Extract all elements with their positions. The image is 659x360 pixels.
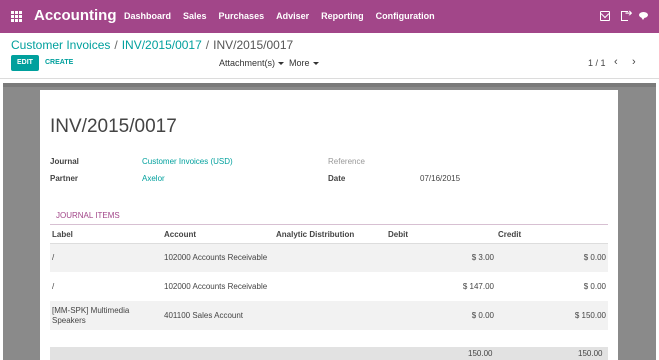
apps-grid-icon[interactable] [11,11,22,22]
column-header-account[interactable]: Account [162,227,274,244]
column-header-analytic[interactable]: Analytic Distribution [274,227,386,244]
column-header-label[interactable]: Label [50,227,162,244]
breadcrumb-invoice[interactable]: INV/2015/0017 [122,38,202,52]
sign-out-icon[interactable] [621,8,633,21]
mail-icon[interactable] [600,11,610,21]
cell-analytic [274,301,386,330]
attachments-label: Attachment(s) [219,58,276,68]
partner-label: Partner [50,174,79,183]
cell-label: [MM-SPK] Multimedia Speakers [50,301,162,330]
menu-item-configuration[interactable]: Configuration [376,11,435,21]
tab-journal-items[interactable]: JOURNAL ITEMS [56,211,120,220]
cell-credit: $ 0.00 [496,243,608,272]
caret-down-icon [278,62,285,66]
invoice-sheet: INV/2015/0017 Journal Customer Invoices … [40,90,618,360]
cell-label: / [52,281,55,291]
main-menu: Dashboard Sales Purchases Adviser Report… [124,11,447,21]
control-panel-divider [0,78,659,79]
caret-down-icon [312,62,319,66]
breadcrumb-active: INV/2015/0017 [213,38,294,52]
cell-label: / [50,243,162,272]
chat-icon[interactable] [639,11,649,21]
more-label: More [289,58,310,68]
reference-label: Reference [328,157,365,166]
cell-account: 401100 Sales Account [162,301,274,330]
cell-account: 102000 Accounts Receivable [162,243,274,272]
cell-analytic [274,243,386,272]
cell-debit: $ 147.00 [462,281,494,291]
cell-debit: $ 3.00 [386,243,496,272]
journal-items-table: Label Account Analytic Distribution Debi… [50,227,608,330]
menu-item-adviser[interactable]: Adviser [276,11,309,21]
app-title[interactable]: Accounting [34,7,117,24]
date-label: Date [328,174,346,183]
column-header-debit[interactable]: Debit [386,227,496,244]
journal-label: Journal [50,157,79,166]
date-value: 07/16/2015 [420,174,461,183]
column-header-credit[interactable]: Credit [496,227,608,244]
menu-item-reporting[interactable]: Reporting [321,11,364,21]
partner-value[interactable]: Axelor [142,174,165,183]
table-header: Label Account Analytic Distribution Debi… [50,227,608,244]
attachments-dropdown[interactable]: Attachment(s) [219,58,285,68]
more-dropdown[interactable]: More [289,58,319,68]
systray [589,8,649,21]
menu-item-dashboard[interactable]: Dashboard [124,11,171,21]
table-row[interactable]: / 102000 Accounts Receivable $ 147.00 $ … [50,272,608,301]
pager-next-icon[interactable]: › [632,56,636,68]
total-credit: 150.00 [578,349,603,358]
breadcrumb-separator: / [205,38,210,52]
table-row[interactable]: / 102000 Accounts Receivable $ 3.00 $ 0.… [50,243,608,272]
edit-button[interactable]: EDIT [11,55,39,71]
breadcrumb-customer-invoices[interactable]: Customer Invoices [11,38,110,52]
totals-row: 150.00 150.00 [50,347,608,360]
cell-analytic [274,272,386,301]
table-row[interactable]: [MM-SPK] Multimedia Speakers 401100 Sale… [50,301,608,330]
cell-credit: $ 150.00 [496,301,608,330]
cell-debit: $ 0.00 [386,301,496,330]
tab-underline [50,224,608,225]
breadcrumb: Customer Invoices / INV/2015/0017/INV/2015… [11,38,293,52]
pager-value[interactable]: 1 / 1 [588,58,606,68]
pager-previous-icon[interactable]: ‹ [614,56,618,68]
menu-item-purchases[interactable]: Purchases [219,11,265,21]
menu-item-sales[interactable]: Sales [183,11,207,21]
cell-account: 102000 Accounts Receivable [164,281,268,291]
cell-credit: $ 0.00 [583,281,606,291]
invoice-title: INV/2015/0017 [50,116,177,137]
total-debit: 150.00 [468,349,493,358]
breadcrumb-separator: / [114,38,118,52]
journal-value[interactable]: Customer Invoices (USD) [142,157,233,166]
create-button[interactable]: CREATE [45,55,73,71]
top-navbar: Accounting Dashboard Sales Purchases Adv… [0,0,659,33]
